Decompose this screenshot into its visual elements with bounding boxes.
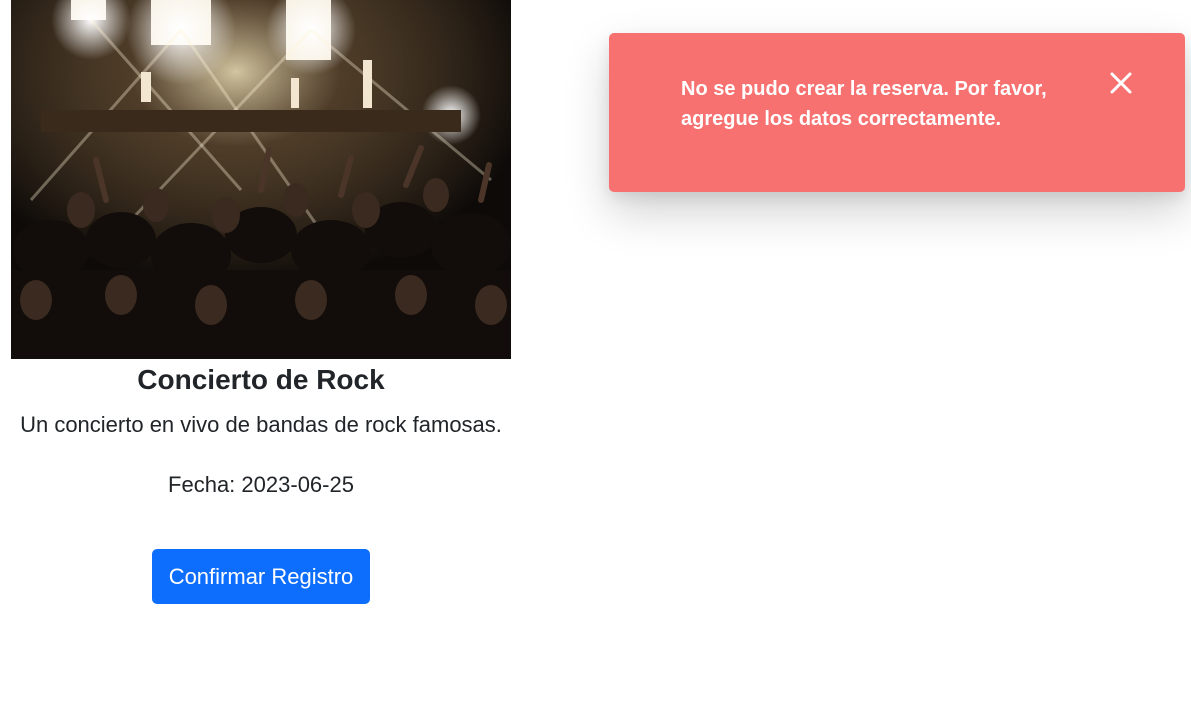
event-date-value: 2023-06-25 [241, 472, 354, 497]
event-title: Concierto de Rock [137, 364, 385, 395]
event-image [11, 0, 511, 359]
toast-close-button[interactable] [1105, 67, 1137, 99]
event-date: Fecha: 2023-06-25 [0, 471, 522, 499]
page: Concierto de Rock Un concierto en vivo d… [0, 0, 1191, 705]
event-description: Un concierto en vivo de bandas de rock f… [20, 412, 502, 437]
event-date-label: Fecha: [168, 472, 236, 497]
toast-message: No se pudo crear la reserva. Por favor, … [681, 78, 1047, 130]
event-card: Concierto de Rock Un concierto en vivo d… [0, 0, 522, 604]
confirm-registration-button[interactable]: Confirmar Registro [151, 549, 371, 604]
close-icon [1105, 67, 1137, 99]
error-toast: No se pudo crear la reserva. Por favor, … [609, 33, 1185, 192]
